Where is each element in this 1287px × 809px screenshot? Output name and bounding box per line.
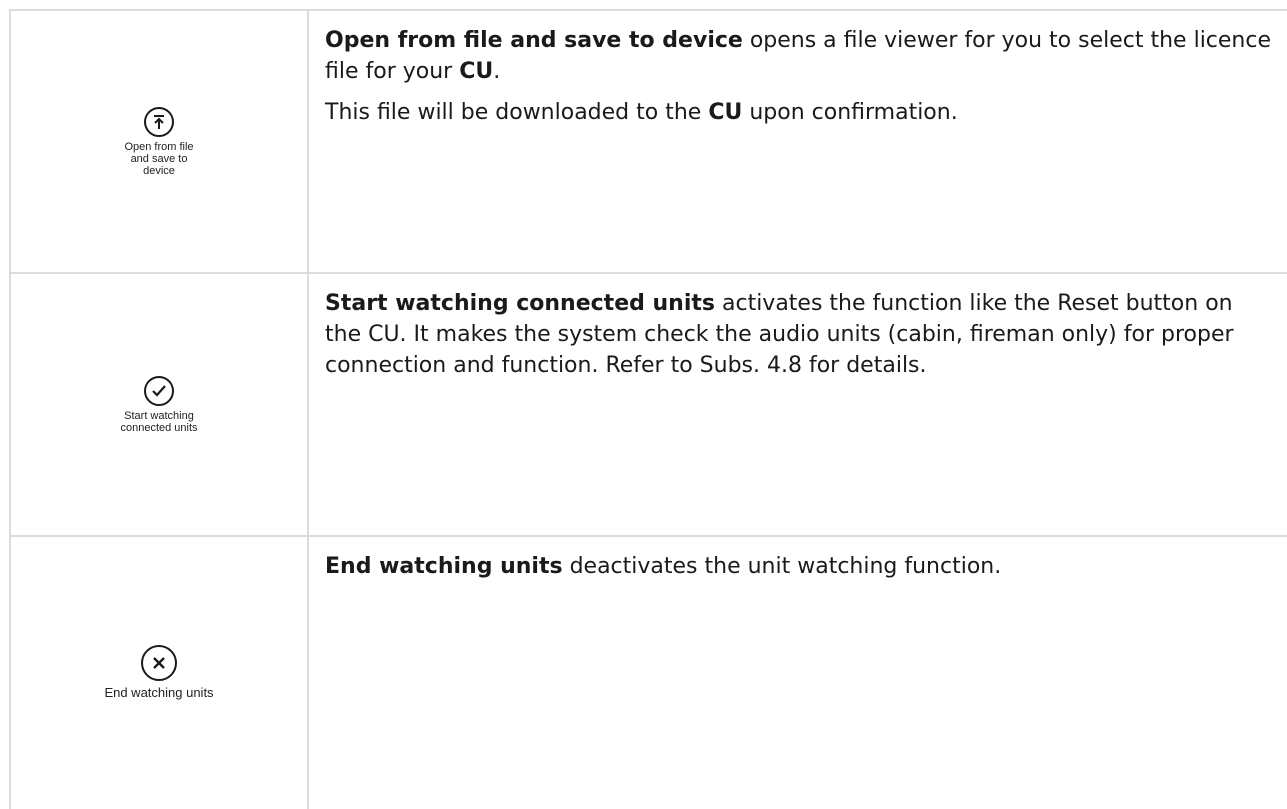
table-row: Open from file and save to device Open f…: [9, 9, 1287, 274]
description-paragraph: Start watching connected units activates…: [325, 291, 1234, 378]
table-row: End watching units End watching units de…: [9, 535, 1287, 809]
description-paragraph: This file will be downloaded to the CU u…: [325, 100, 958, 125]
icon-cell: End watching units: [9, 535, 309, 809]
table-row: Start watching connected units Start wat…: [9, 272, 1287, 537]
icon-cell: Open from file and save to device: [9, 9, 309, 274]
start-watching-tile[interactable]: Start watching connected units: [11, 375, 307, 434]
description-paragraph: End watching units deactivates the unit …: [325, 554, 1002, 579]
function-table: Open from file and save to device Open f…: [9, 9, 1287, 809]
tile-caption: Open from file and save to device: [124, 140, 194, 177]
description-cell: End watching units deactivates the unit …: [307, 535, 1287, 809]
description-cell: Start watching connected units activates…: [307, 272, 1287, 537]
description-paragraph: Open from file and save to device opens …: [325, 28, 1272, 84]
description-cell: Open from file and save to device opens …: [307, 9, 1287, 274]
open-from-file-tile[interactable]: Open from file and save to device: [11, 106, 307, 177]
tile-caption: Start watching connected units: [120, 409, 198, 434]
upload-icon: [144, 106, 174, 137]
tile-caption: End watching units: [104, 685, 214, 700]
end-watching-tile[interactable]: End watching units: [11, 645, 307, 701]
close-circle-icon: [141, 645, 177, 681]
icon-cell: Start watching connected units: [9, 272, 309, 537]
checkmark-circle-icon: [144, 375, 174, 406]
